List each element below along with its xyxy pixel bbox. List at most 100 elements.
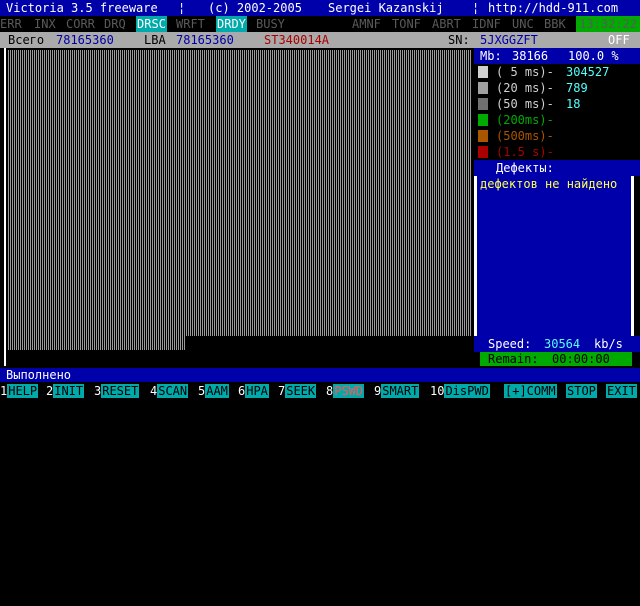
fkey-reset[interactable]: 3RESET [94, 383, 140, 399]
flag-abrt: ABRT [432, 17, 461, 31]
flag-drdy: DRDY [216, 16, 247, 32]
copyright: (c) 2002-2005 [208, 1, 302, 15]
function-key-bar: 1HELP 2INIT 3RESET 4SCAN 5AAM 6HPA 7SEEK… [0, 382, 640, 400]
stat-count-50ms: 18 [566, 97, 581, 111]
fkey-hpa[interactable]: 6HPA [238, 383, 269, 399]
stat-row-50ms: (50 ms)- 18 [474, 96, 640, 112]
stat-label-50ms: (50 ms)- [496, 97, 554, 111]
website-url: http://hdd-911.com [488, 1, 619, 15]
flag-wrft: WRFT [176, 17, 205, 31]
flag-unc: UNC [512, 17, 534, 31]
fkey-stop[interactable]: STOP [566, 383, 597, 399]
swatch-5ms [478, 66, 488, 78]
stat-label-20ms: (20 ms)- [496, 81, 554, 95]
flag-tonf: TONF [392, 17, 421, 31]
remain-label: Remain: [488, 352, 539, 366]
swatch-1500ms [478, 146, 488, 158]
off-indicator: OFF [608, 33, 630, 47]
defects-list: дефектов не найдено [474, 176, 634, 340]
scanned-blocks-partial [8, 336, 186, 350]
remaining-time: Remain: 00:00:00 [480, 352, 632, 366]
speed-label: Speed: [488, 337, 532, 351]
status-text: Выполнено [6, 368, 72, 382]
fkey-label: HELP [7, 384, 39, 398]
stat-label-5ms: ( 5 ms)- [496, 65, 554, 79]
title-separator: ¦ [178, 1, 186, 15]
stats-panel: Mb: 38166 100.0 % ( 5 ms)- 304527 (20 ms… [474, 48, 640, 368]
clock: 13:32:22 [576, 16, 640, 32]
fkey-label: SCAN [157, 384, 189, 398]
flag-bbk: BBK [544, 17, 566, 31]
drive-info-bar: Всего 78165360 LBA 78165360 ST340014A SN… [0, 32, 640, 48]
swatch-20ms [478, 82, 488, 94]
mb-value: 38166 [512, 49, 549, 63]
ata-status-flags: ERR INX CORR DRQ DRSC WRFT DRDY BUSY AMN… [0, 16, 640, 32]
title-separator-2: ¦ [472, 1, 480, 15]
stat-label-500ms: (500ms)- [496, 129, 554, 143]
fkey-label: AAM [205, 384, 229, 398]
flag-corr: CORR [66, 17, 95, 31]
fkey-label: [+]COMM [504, 384, 557, 398]
flag-inx: INX [34, 17, 56, 31]
megabytes-row: Mb: 38166 100.0 % [474, 48, 640, 64]
stat-row-5ms: ( 5 ms)- 304527 [474, 64, 640, 80]
remain-value: 00:00:00 [552, 352, 610, 366]
flag-idnf: IDNF [472, 17, 501, 31]
stat-count-5ms: 304527 [566, 65, 610, 79]
lba-value: 78165360 [176, 33, 234, 47]
stat-label-1500ms: (1.5 s)- [496, 145, 554, 159]
defects-header: Дефекты: [474, 160, 640, 176]
fkey-label: SMART [381, 384, 420, 398]
fkey-exit[interactable]: EXIT [606, 383, 637, 399]
swatch-50ms [478, 98, 488, 110]
fkey-init[interactable]: 2INIT [46, 383, 85, 399]
mb-label: Mb: [480, 49, 502, 63]
fkey-dispwd[interactable]: 10DisPWD [430, 383, 490, 399]
fkey-label: PSWD [333, 384, 365, 398]
stat-row-500ms: (500ms)- [474, 128, 640, 144]
fkey-label: STOP [566, 384, 597, 398]
fkey-label: INIT [53, 384, 85, 398]
defects-message: дефектов не найдено [480, 177, 618, 191]
stat-row-20ms: (20 ms)- 789 [474, 80, 640, 96]
flag-busy: BUSY [256, 17, 285, 31]
flag-drq: DRQ [104, 17, 126, 31]
serial-label: SN: [448, 33, 470, 47]
fkey-label: SEEK [285, 384, 317, 398]
fkey-comm[interactable]: [+]COMM [504, 383, 557, 399]
fkey-label: HPA [245, 384, 269, 398]
fkey-aam[interactable]: 5AAM [198, 383, 229, 399]
fkey-label: RESET [101, 384, 140, 398]
scanned-blocks [8, 50, 472, 336]
total-label: Всего [8, 33, 45, 47]
fkey-smart[interactable]: 9SMART [374, 383, 420, 399]
total-value: 78165360 [56, 33, 114, 47]
fkey-label: EXIT [606, 384, 637, 398]
fkey-number: 10 [430, 384, 445, 398]
speed-row: Speed: 30564 kb/s [474, 336, 640, 352]
flag-drsc: DRSC [136, 16, 167, 32]
stat-row-1500ms: (1.5 s)- [474, 144, 640, 160]
fkey-help[interactable]: 1HELP [0, 383, 39, 399]
fkey-seek[interactable]: 7SEEK [278, 383, 317, 399]
lba-label: LBA [144, 33, 166, 47]
speed-unit: kb/s [594, 337, 623, 351]
fkey-pswd[interactable]: 8PSWD [326, 383, 365, 399]
scan-map [4, 48, 477, 366]
defects-title: Дефекты: [496, 161, 554, 175]
swatch-200ms [478, 114, 488, 126]
app-name: Victoria 3.5 freeware [6, 1, 158, 15]
author: Sergei Kazanskij [328, 1, 444, 15]
flag-amnf: AMNF [352, 17, 381, 31]
title-bar: Victoria 3.5 freeware ¦ (c) 2002-2005 Se… [0, 0, 640, 16]
swatch-500ms [478, 130, 488, 142]
fkey-label: DisPWD [444, 384, 490, 398]
fkey-scan[interactable]: 4SCAN [150, 383, 189, 399]
drive-model: ST340014A [264, 33, 330, 47]
serial-value: 5JXGGZFT [480, 33, 538, 47]
status-line: Выполнено [0, 368, 640, 382]
stat-count-20ms: 789 [566, 81, 588, 95]
speed-value: 30564 [544, 337, 581, 351]
stat-row-200ms: (200ms)- [474, 112, 640, 128]
stat-label-200ms: (200ms)- [496, 113, 554, 127]
